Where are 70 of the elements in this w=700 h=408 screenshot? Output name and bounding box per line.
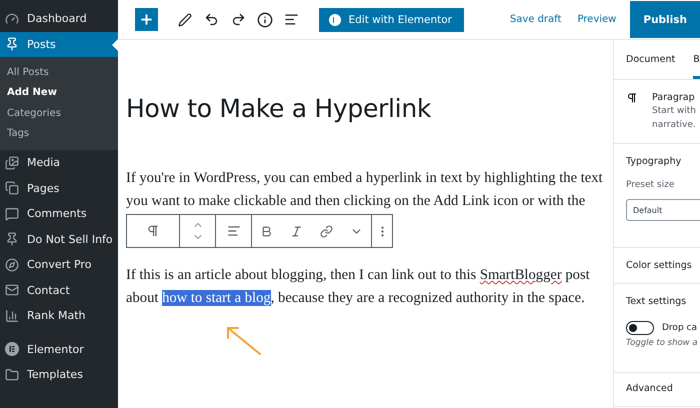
bold-button[interactable]: [260, 224, 274, 238]
sidebar-item[interactable]: Posts: [0, 32, 118, 57]
envelope-icon: [5, 283, 19, 298]
bar-chart-icon: [5, 308, 19, 323]
submenu-item[interactable]: Add New: [0, 82, 118, 103]
field-label: Preset size: [626, 179, 676, 191]
selected-text: how to start a blog: [162, 290, 271, 306]
sidebar-item[interactable]: Contact: [0, 278, 118, 303]
edit-with-elementor-button[interactable]: Edit with Elementor: [318, 8, 464, 32]
add-block-button[interactable]: [135, 8, 158, 31]
speech-bubble-icon: [5, 206, 19, 221]
sidebar-item[interactable]: Pages: [0, 176, 118, 201]
pilcrow-icon: [626, 92, 638, 104]
undo-icon: [204, 12, 220, 27]
letter-circle-icon: [5, 342, 19, 356]
align-left-icon: [226, 224, 240, 238]
sidebar-item[interactable]: Comments: [0, 201, 118, 226]
publish-button[interactable]: Publish: [630, 1, 700, 38]
misspelled-word: SmartBlogger: [480, 267, 562, 283]
help-text: Toggle to show a: [626, 338, 699, 348]
preset-size-select[interactable]: Default: [626, 199, 700, 221]
preview-link[interactable]: Preview: [569, 14, 624, 25]
section-heading[interactable]: Color settings: [626, 260, 700, 271]
gauge-icon: [5, 12, 19, 26]
block-name: Paragrap: [652, 92, 696, 103]
post-title[interactable]: How to Make a Hyperlink: [126, 94, 613, 123]
sidebar-item[interactable]: Do Not Sell Info: [0, 226, 118, 252]
plus-icon: [139, 12, 154, 27]
sidebar-item[interactable]: Templates: [0, 362, 118, 388]
paragraph: If you're in WordPress, you can embed a hyperlink in text by highlighting the text you want to make clickable and then clicking on the Add Link icon or with the: [126, 169, 604, 211]
section-heading[interactable]: Advanced: [626, 383, 700, 394]
panel-tab[interactable]: Document: [626, 40, 676, 79]
pin-icon: [5, 232, 19, 246]
submenu-item[interactable]: Categories: [0, 103, 118, 124]
block-description: narrative.: [652, 119, 696, 131]
sidebar-item[interactable]: Media: [0, 150, 118, 176]
sidebar-item[interactable]: Rank Math: [0, 303, 118, 328]
sidebar-item[interactable]: Dashboard: [0, 6, 118, 32]
bold-icon: [260, 224, 274, 238]
submenu-item[interactable]: Tags: [0, 124, 118, 144]
paragraph-button[interactable]: [146, 224, 160, 238]
menu-pointer-icon: [112, 38, 118, 50]
pin-icon: [5, 37, 19, 52]
panel-tab[interactable]: B: [693, 40, 700, 79]
elementor-icon: [328, 14, 340, 26]
pilcrow-icon: [146, 224, 160, 238]
pages-icon: [5, 181, 19, 196]
images-icon: [5, 156, 19, 170]
submenu-item[interactable]: All Posts: [0, 62, 118, 82]
arrow-icon: [224, 324, 264, 356]
link-icon: [320, 224, 333, 238]
paragraph: If this is an article about blogging, then I can link out to this SmartBlogger post about how to start a blog, because they are a recognized authority in the space.: [126, 266, 591, 308]
align-button[interactable]: [226, 224, 240, 238]
lines-icon: [284, 12, 299, 27]
sidebar-item[interactable]: Elementor: [0, 336, 118, 362]
folder-icon: [5, 368, 19, 382]
section-heading[interactable]: Typography: [626, 156, 700, 167]
toggle-switch[interactable]: [626, 321, 654, 335]
block-description: Start with: [652, 105, 696, 117]
redo-icon: [230, 12, 246, 27]
italic-button[interactable]: [290, 224, 304, 238]
italic-icon: [290, 224, 304, 238]
sidebar-item[interactable]: Convert Pro: [0, 252, 118, 278]
pen-icon: [178, 12, 192, 26]
toggle-label: Drop ca: [662, 322, 697, 334]
info-icon: [256, 12, 273, 28]
save-draft-link[interactable]: Save draft: [502, 14, 570, 25]
compass-icon: [5, 258, 19, 272]
link-button[interactable]: [320, 224, 333, 238]
section-heading[interactable]: Text settings: [626, 296, 700, 307]
